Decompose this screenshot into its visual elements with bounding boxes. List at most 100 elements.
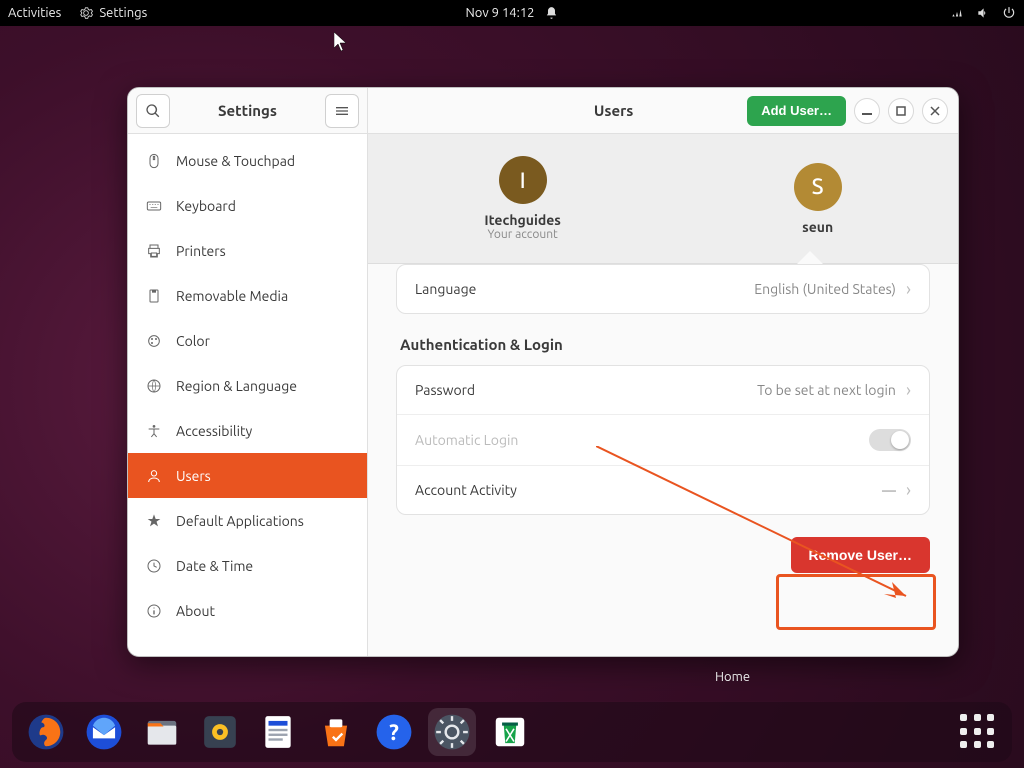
account-activity-row[interactable]: Account Activity —› [397, 465, 929, 514]
auth-section-title: Authentication & Login [400, 336, 930, 353]
sidebar-item-printers[interactable]: Printers [128, 228, 367, 273]
dock-settings[interactable] [428, 708, 476, 756]
minimize-icon [862, 106, 872, 116]
svg-text:?: ? [389, 720, 399, 745]
auth-card: Password To be set at next login › Automa… [396, 365, 930, 515]
topbar-app-name: Settings [99, 6, 147, 20]
power-icon [1002, 6, 1016, 20]
password-row[interactable]: Password To be set at next login › [397, 366, 929, 414]
desktop-home-icon-label[interactable]: Home [715, 670, 750, 684]
gear-icon [79, 6, 93, 20]
dock-trash[interactable] [486, 708, 534, 756]
page-title: Users [488, 102, 739, 119]
settings-window: Settings Mouse & Touchpad Keyboard Print… [127, 87, 959, 657]
sidebar-item-color[interactable]: Color [128, 318, 367, 363]
thunderbird-icon [85, 713, 123, 751]
gnome-topbar: Activities Settings Nov 9 14:12 [0, 0, 1024, 26]
row-label: Language [415, 281, 476, 297]
keyboard-icon [146, 198, 162, 214]
topbar-app-indicator[interactable]: Settings [79, 6, 147, 20]
user-subtitle: Your account [484, 228, 561, 241]
apps-grid-icon [960, 714, 996, 750]
sidebar-title: Settings [178, 102, 317, 119]
close-icon [930, 106, 940, 116]
dock-files[interactable] [138, 708, 186, 756]
search-button[interactable] [136, 94, 170, 128]
sidebar-list: Mouse & Touchpad Keyboard Printers Remov… [128, 134, 367, 656]
minimize-button[interactable] [854, 98, 880, 124]
sidebar-item-accessibility[interactable]: Accessibility [128, 408, 367, 453]
user-name: seun [794, 219, 842, 235]
dock: ? [12, 702, 1012, 762]
clock-icon [146, 558, 162, 574]
row-value: — [882, 482, 896, 498]
writer-icon [259, 713, 297, 751]
add-user-button[interactable]: Add User… [747, 96, 846, 126]
dock-show-apps[interactable] [954, 708, 1002, 756]
autologin-toggle[interactable] [869, 429, 911, 451]
sidebar-item-removable[interactable]: Removable Media [128, 273, 367, 318]
sidebar-item-label: Users [176, 468, 211, 484]
maximize-icon [896, 106, 906, 116]
mouse-icon [146, 153, 162, 169]
sidebar-item-label: Accessibility [176, 423, 252, 439]
sidebar-item-about[interactable]: About [128, 588, 367, 633]
volume-icon [976, 6, 990, 20]
chevron-right-icon: › [906, 279, 911, 299]
sidebar-item-label: About [176, 603, 215, 619]
dock-ubuntu-software[interactable] [312, 708, 360, 756]
users-icon [146, 468, 162, 484]
row-value: English (United States) [754, 281, 896, 297]
selected-user-indicator [797, 251, 823, 264]
chevron-right-icon: › [906, 380, 911, 400]
row-value: To be set at next login [757, 382, 896, 398]
user-chip-itechguides[interactable]: I Itechguides Your account [484, 156, 561, 241]
search-icon [145, 103, 161, 119]
rhythmbox-icon [201, 713, 239, 751]
activities-button[interactable]: Activities [8, 6, 61, 20]
topbar-system-area[interactable] [950, 6, 1016, 20]
mouse-cursor [334, 32, 348, 52]
info-icon [146, 603, 162, 619]
settings-gear-icon [433, 713, 471, 751]
sidebar-item-mouse[interactable]: Mouse & Touchpad [128, 138, 367, 183]
sidebar-item-datetime[interactable]: Date & Time [128, 543, 367, 588]
dock-help[interactable]: ? [370, 708, 418, 756]
software-icon [317, 713, 355, 751]
color-icon [146, 333, 162, 349]
firefox-icon [27, 713, 65, 751]
row-label: Automatic Login [415, 432, 518, 448]
notification-bell-icon [545, 6, 559, 20]
dock-libreoffice-writer[interactable] [254, 708, 302, 756]
sidebar-item-label: Mouse & Touchpad [176, 153, 295, 169]
sidebar-item-label: Default Applications [176, 513, 304, 529]
removable-media-icon [146, 288, 162, 304]
close-button[interactable] [922, 98, 948, 124]
dock-rhythmbox[interactable] [196, 708, 244, 756]
globe-icon [146, 378, 162, 394]
user-chip-seun[interactable]: S seun [794, 163, 842, 235]
hamburger-menu-button[interactable] [325, 94, 359, 128]
files-icon [143, 713, 181, 751]
dock-firefox[interactable] [22, 708, 70, 756]
network-icon [950, 6, 964, 20]
trash-icon [491, 713, 529, 751]
sidebar-item-label: Keyboard [176, 198, 236, 214]
language-row[interactable]: Language English (United States) › [397, 265, 929, 313]
sidebar-item-region[interactable]: Region & Language [128, 363, 367, 408]
help-icon: ? [375, 713, 413, 751]
sidebar-item-users[interactable]: Users [128, 453, 367, 498]
sidebar-item-label: Region & Language [176, 378, 297, 394]
sidebar-item-label: Date & Time [176, 558, 253, 574]
remove-user-button[interactable]: Remove User… [791, 537, 931, 573]
accessibility-icon [146, 423, 162, 439]
maximize-button[interactable] [888, 98, 914, 124]
hamburger-icon [334, 103, 350, 119]
sidebar-item-default-apps[interactable]: Default Applications [128, 498, 367, 543]
topbar-clock[interactable]: Nov 9 14:12 [465, 6, 558, 20]
sidebar-item-keyboard[interactable]: Keyboard [128, 183, 367, 228]
dock-thunderbird[interactable] [80, 708, 128, 756]
clock-text: Nov 9 14:12 [465, 6, 534, 20]
user-name: Itechguides [484, 212, 561, 228]
row-label: Password [415, 382, 475, 398]
